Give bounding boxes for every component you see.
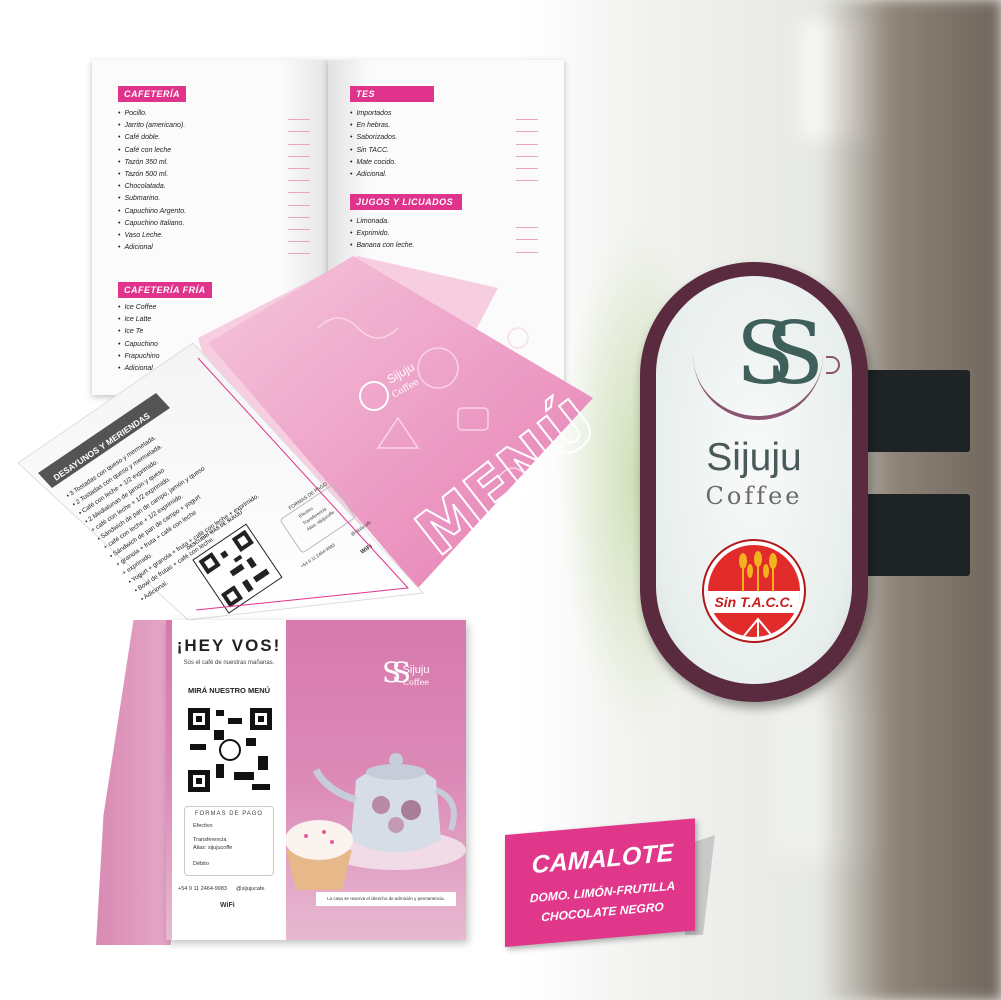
section-title-jugos: JUGOS Y LICUADOS [350, 194, 462, 210]
price-line [516, 228, 538, 241]
sign-bracket-top [866, 370, 970, 452]
price-line [516, 120, 538, 133]
sign-bracket-bottom [866, 494, 970, 576]
price-line [516, 216, 538, 229]
price-line [288, 169, 310, 182]
menu-item: Café doble. [118, 132, 186, 144]
section-title-tes: TES [350, 86, 434, 102]
tent-info-panel: ¡HEY VOS! Sos el café de nuestras mañana… [172, 620, 286, 940]
tent-phone: +54 9 11 2464-9983 [178, 886, 227, 892]
menu-item: Saborizados. [350, 132, 397, 144]
menu-item: Sin TACC. [350, 145, 397, 157]
tent-pay-item: Efectivo [193, 823, 213, 829]
sin-tacc-badge: Sin T.A.C.C. [704, 541, 804, 641]
menu-item: Limonada. [350, 216, 414, 228]
product-name-card: CAMALOTE DOMO. LIMÓN-FRUTILLA CHOCOLATE … [505, 818, 715, 947]
price-line [288, 132, 310, 145]
sign-face: SS Sijuju Coffee Sin T.A.C.C. [656, 276, 852, 684]
menu-item: Tazón 500 ml. [118, 169, 186, 181]
wheat-icon [739, 551, 777, 591]
tent-pay-item: Alias: sijujucoffe [193, 845, 233, 851]
section-title-cafeteria: CAFETERÍA [118, 86, 186, 102]
tent-pay-title: FORMAS DE PAGO [194, 811, 264, 817]
menu-item: Exprimido. [350, 228, 414, 240]
sign-logo: SS [735, 304, 824, 404]
price-line [288, 157, 310, 169]
price-line [288, 181, 310, 194]
tent-pay-item: Transferencia [193, 837, 227, 843]
price-line [516, 132, 538, 145]
price-line [288, 206, 310, 218]
tent-front-panel: ¡HEY VOS! Sos el café de nuestras mañana… [166, 620, 466, 940]
menu-item: Café con leche [118, 145, 186, 157]
tent-pay-item: Débito [193, 861, 209, 867]
tent-brand-sub: Coffee [402, 678, 430, 687]
menu-item: En hebras. [350, 120, 397, 132]
teapot-cupcake-photo [286, 753, 466, 890]
price-line [288, 230, 310, 243]
wall-sign: SS Sijuju Coffee Sin T.A.C.C. [640, 262, 970, 702]
price-lines [288, 108, 310, 255]
menu-item: Capuchino Italiano. [118, 218, 186, 230]
folded-menu: MENÚ Sijuju Coffee DESAYUNOS Y MERIENDAS… [18, 256, 600, 621]
sign-brand-name: Sijuju [706, 436, 802, 479]
menu-item: Capuchino Argento. [118, 206, 186, 218]
sign-frame: SS Sijuju Coffee Sin T.A.C.C. [640, 262, 868, 702]
price-line [516, 145, 538, 157]
menu-item: Mate cocido. [350, 157, 397, 169]
price-line [288, 145, 310, 157]
menu-item: Submarino. [118, 193, 186, 205]
menu-item: Adicional. [350, 169, 397, 181]
menu-item: Chocolatada. [118, 181, 186, 193]
tent-qr-code [186, 706, 274, 794]
price-line [516, 157, 538, 169]
tent-subtitle: Sos el café de nuestras mañanas. [183, 660, 275, 666]
menu-item: Vaso Leche. [118, 230, 186, 242]
tent-headline: ¡HEY VOS! [176, 636, 282, 655]
table-tent-card: ¡HEY VOS! Sos el café de nuestras mañana… [96, 620, 476, 945]
price-line [516, 108, 538, 121]
price-line [288, 108, 310, 121]
sign-brand-sub: Coffee [705, 482, 803, 510]
price-line [288, 218, 310, 230]
tent-instagram: @sijujucafe [236, 886, 265, 892]
tes-list: ImportadosEn hebras.Saborizados.Sin TACC… [350, 108, 397, 181]
price-line [288, 120, 310, 133]
tent-wifi: WiFi [220, 902, 235, 909]
menu-item: Tazón 350 ml. [118, 157, 186, 169]
tent-legal-note: La casa se reserva el derecho de admisió… [316, 892, 456, 906]
tent-menu-call: MIRÁ NUESTRO MENÚ [187, 686, 271, 695]
menu-item: Pocillo. [118, 108, 186, 120]
crossed-wheat-icon [742, 617, 774, 637]
menu-item: Importados [350, 108, 397, 120]
tent-pay-box: FORMAS DE PAGO Efectivo Transferencia Al… [184, 806, 274, 876]
tent-back-panel [96, 620, 171, 945]
badge-text: Sin T.A.C.C. [714, 594, 794, 610]
price-line [288, 193, 310, 206]
price-line [516, 169, 538, 182]
tent-brand-name: Sijuju [402, 664, 430, 676]
menu-item: Jarrito (americano). [118, 120, 186, 132]
cup-handle-icon [826, 356, 840, 374]
price-lines [516, 108, 538, 182]
cafeteria-list: Pocillo.Jarrito (americano).Café doble.C… [118, 108, 186, 254]
